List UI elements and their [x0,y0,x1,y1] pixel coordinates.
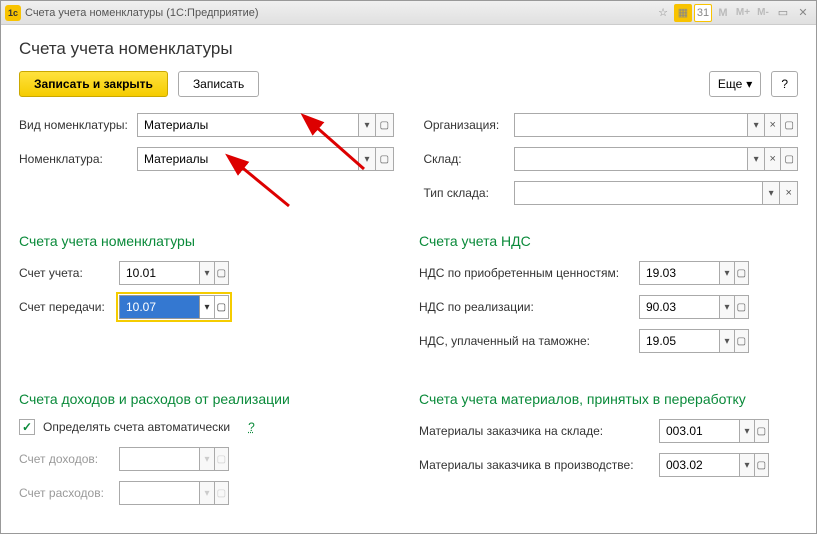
app-icon: 1c [5,5,21,21]
mat-prod-input[interactable] [659,453,740,477]
clear-icon[interactable]: × [765,147,782,171]
auto-help-link[interactable]: ? [248,420,255,434]
mat-prod-label: Материалы заказчика в производстве: [419,458,659,472]
acct-input[interactable] [119,261,200,285]
vat-customs-input[interactable] [639,329,720,353]
open-icon: ▢ [215,481,229,505]
org-input[interactable] [514,113,749,137]
wh-input[interactable] [514,147,749,171]
auto-checkbox[interactable]: ✓ [19,419,35,435]
type-label: Вид номенклатуры: [19,118,137,132]
dropdown-icon[interactable]: ▾ [748,113,765,137]
type-input[interactable] [137,113,359,137]
open-icon[interactable]: ▢ [755,419,769,443]
open-icon[interactable]: ▢ [735,329,749,353]
dropdown-icon[interactable]: ▾ [359,147,376,171]
open-icon: ▢ [215,447,229,471]
toolbar-row: Записать и закрыть Записать Еще ▾ ? [19,71,798,97]
accounts-grid: Счета учета номенклатуры Счет учета: ▾ ▢… [19,215,798,363]
vat-purch-input[interactable] [639,261,720,285]
nomen-label: Номенклатура: [19,152,137,166]
vat-purch-label: НДС по приобретенным ценностям: [419,266,639,280]
whtype-label: Тип склада: [424,186,514,200]
dropdown-icon[interactable]: ▾ [200,295,214,319]
popout-icon[interactable]: ▭ [774,4,792,22]
vat-section-title: Счета учета НДС [419,233,798,249]
acct-section-title: Счета учета номенклатуры [19,233,389,249]
mat-wh-label: Материалы заказчика на складе: [419,424,659,438]
mat-section-title: Счета учета материалов, принятых в перер… [419,391,798,407]
open-icon[interactable]: ▢ [215,295,229,319]
open-icon[interactable]: ▢ [376,147,393,171]
transfer-label: Счет передачи: [19,300,119,314]
nomen-input[interactable] [137,147,359,171]
wh-label: Склад: [424,152,514,166]
income-section-title: Счета доходов и расходов от реализации [19,391,389,407]
window-title: Счета учета номенклатуры (1С:Предприятие… [25,7,654,19]
dropdown-icon[interactable]: ▾ [359,113,376,137]
open-icon[interactable]: ▢ [755,453,769,477]
whtype-input[interactable] [514,181,763,205]
open-icon[interactable]: ▢ [735,295,749,319]
favorite-icon[interactable]: ☆ [654,4,672,22]
dropdown-icon[interactable]: ▾ [748,147,765,171]
titlebar-controls: ☆ ▦ 31 M M+ M- ▭ ✕ [654,4,812,22]
vat-real-label: НДС по реализации: [419,300,639,314]
titlebar: 1c Счета учета номенклатуры (1С:Предприя… [1,1,816,25]
m-plus-icon[interactable]: M+ [734,4,752,22]
clear-icon[interactable]: × [765,113,782,137]
dropdown-icon[interactable]: ▾ [720,261,734,285]
calendar-icon[interactable]: 31 [694,4,712,22]
more-label: Еще [718,77,742,91]
income-label: Счет доходов: [19,452,119,466]
page-title: Счета учета номенклатуры [19,39,798,59]
dropdown-icon[interactable]: ▾ [720,295,734,319]
m-icon[interactable]: M [714,4,732,22]
chevron-down-icon: ▾ [746,77,752,91]
clear-icon[interactable]: × [780,181,798,205]
auto-label: Определять счета автоматически [43,420,230,434]
dropdown-icon: ▾ [200,447,214,471]
open-icon[interactable]: ▢ [215,261,229,285]
help-button[interactable]: ? [771,71,798,97]
content: Счета учета номенклатуры Записать и закр… [1,25,816,533]
income-input [119,447,200,471]
open-icon[interactable]: ▢ [781,147,798,171]
dropdown-icon[interactable]: ▾ [200,261,214,285]
acct-label: Счет учета: [19,266,119,280]
save-close-button[interactable]: Записать и закрыть [19,71,168,97]
open-icon[interactable]: ▢ [735,261,749,285]
top-fields-grid: Вид номенклатуры: ▾ ▢ Номенклатура: ▾ ▢ [19,113,798,215]
dropdown-icon[interactable]: ▾ [740,419,754,443]
dropdown-icon[interactable]: ▾ [763,181,781,205]
vat-real-input[interactable] [639,295,720,319]
dropdown-icon: ▾ [200,481,214,505]
close-icon[interactable]: ✕ [794,4,812,22]
more-button[interactable]: Еще ▾ [709,71,761,97]
m-minus-icon[interactable]: M- [754,4,772,22]
save-button[interactable]: Записать [178,71,259,97]
calculator-icon[interactable]: ▦ [674,4,692,22]
mat-wh-input[interactable] [659,419,740,443]
dropdown-icon[interactable]: ▾ [720,329,734,353]
open-icon[interactable]: ▢ [376,113,393,137]
transfer-input[interactable] [119,295,200,319]
expense-input [119,481,200,505]
bottom-grid: Счета доходов и расходов от реализации ✓… [19,373,798,515]
vat-customs-label: НДС, уплаченный на таможне: [419,334,639,348]
expense-label: Счет расходов: [19,486,119,500]
app-window: 1c Счета учета номенклатуры (1С:Предприя… [0,0,817,534]
org-label: Организация: [424,118,514,132]
dropdown-icon[interactable]: ▾ [740,453,754,477]
open-icon[interactable]: ▢ [781,113,798,137]
